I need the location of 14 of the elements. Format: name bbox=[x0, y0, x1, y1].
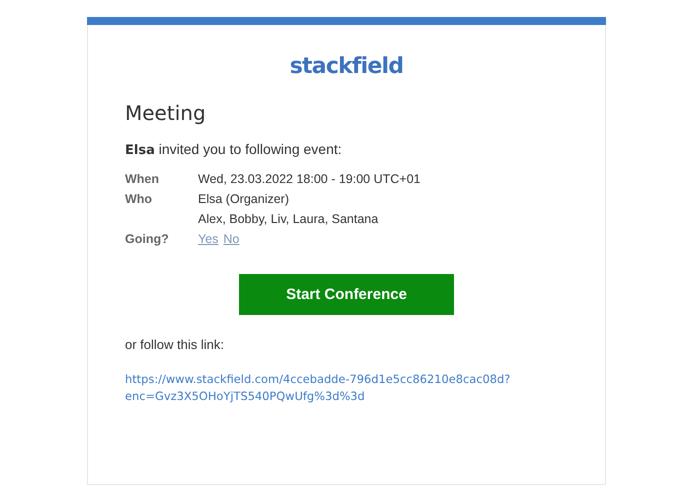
start-conference-button[interactable]: Start Conference bbox=[239, 274, 454, 315]
rsvp-link[interactable]: No bbox=[223, 229, 240, 249]
logo: stackfield bbox=[290, 53, 404, 81]
detail-label: Who bbox=[125, 191, 154, 208]
invite-text: Elsa invited you to following event: bbox=[125, 140, 343, 160]
rsvp-link[interactable]: Yes bbox=[198, 229, 218, 249]
detail-label: Going? bbox=[125, 231, 170, 248]
event-title: Meeting bbox=[125, 100, 207, 126]
detail-label: When bbox=[125, 171, 160, 188]
detail-value: Elsa (Organizer) bbox=[198, 191, 289, 208]
detail-value: Alex, Bobby, Liv, Laura, Santana bbox=[198, 211, 378, 228]
follow-text: or follow this link: bbox=[125, 337, 225, 352]
conference-link[interactable]: https://www.stackfield.com/4ccebadde-796d1e5cc86210e8cac08d?enc=Gvz3X5OHoYjTS540PQwUfg%3d%3d bbox=[125, 371, 514, 405]
detail-value: Wed, 23.03.2022 18:00 - 19:00 UTC+01 bbox=[198, 171, 420, 188]
